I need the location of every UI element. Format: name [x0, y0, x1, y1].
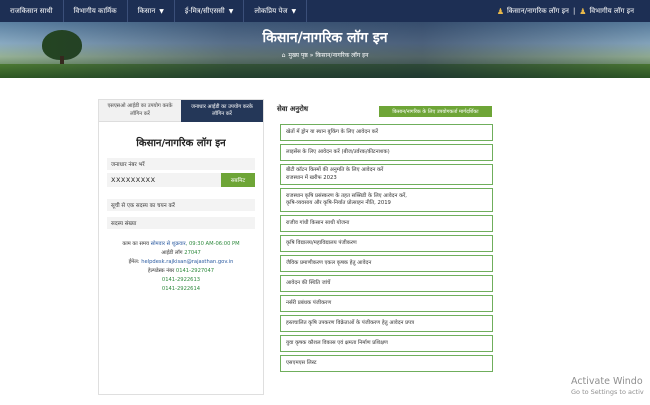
watermark-line-2: Go to Settings to activ: [571, 388, 644, 396]
service-request-list: खेतों में ड्रोन या स्थान बुकिंग के लिए आ…: [280, 124, 493, 375]
service-item-label: हस्तचालित कृषि उपकरण विक्रेताओं के पंजीक…: [286, 319, 415, 326]
services-title: सेवा अनुरोध: [277, 105, 309, 113]
service-item-bt-cotton[interactable]: बीटी कॉटन किस्मों की अनुमति के लिए आवेदन…: [280, 164, 493, 185]
chevron-down-icon: ▼: [159, 7, 164, 15]
watermark-line-1: Activate Windo: [571, 376, 643, 387]
home-icon: ⌂: [281, 52, 286, 59]
contact-info: काम का समय सोमवार से शुक्रवार, 09:30 AM-…: [99, 240, 263, 294]
chevron-down-icon: ▼: [291, 7, 297, 15]
email-line: ईमेल: helpdesk.rajkisan@rajasthan.gov.in: [99, 258, 263, 267]
user-guide-button[interactable]: किसान/नागरिक के लिए उपयोगकर्ता मार्गदर्श…: [379, 106, 492, 117]
service-item-sublabel: कृषि-व्यवसाय और कृषि-निर्यात प्रोत्साहन …: [286, 200, 391, 206]
nav-item-label: राजकिसान साथी: [10, 6, 53, 15]
nav-item-label: ई-मित्र/सीएससी: [184, 6, 225, 15]
page-title: किसान/नागरिक लॉग इन: [262, 30, 388, 46]
departmental-login-label: विभागीय लॉग इन: [589, 6, 634, 15]
service-item-label: नर्सरी प्रबंधक पंजीकरण: [286, 299, 332, 306]
nav-item-popular-pages[interactable]: लोकप्रिय पेज ▼: [244, 0, 308, 22]
service-item-sms-list[interactable]: एसएमएस लिस्ट: [280, 355, 493, 372]
service-item-label: राजस्थान कृषि प्रसंस्करण के तहत सब्सिडी …: [286, 192, 407, 199]
service-item-sublabel: राजस्थान में खरीफ 2023: [286, 174, 337, 181]
hero-banner: किसान/नागरिक लॉग इन ⌂ मुख्य पृष्ठ » किसान…: [0, 22, 650, 78]
service-item-label: कृषि विद्यालय/महाविद्यालय पंजीकरण: [286, 239, 357, 246]
login-panel: एसएसओ आईडी का उपयोग करके लॉगिन करें जनाध…: [98, 99, 264, 395]
top-navigation-bar: राजकिसान साथी विभागीय कार्मिक किसान ▼ ई-म…: [0, 0, 650, 22]
working-hours-label: काम का समय: [122, 241, 150, 247]
breadcrumb: ⌂ मुख्य पृष्ठ » किसान/नागरिक लॉग इन: [0, 51, 650, 59]
login-title: किसान/नागरिक लॉग इन: [136, 138, 226, 149]
working-time: , 09:30 AM-06:00 PM: [185, 241, 240, 247]
service-item-drone-booking[interactable]: खेतों में ड्रोन या स्थान बुकिंग के लिए आ…: [280, 124, 493, 141]
id-log-value: 27047: [184, 250, 201, 256]
nav-item-emitra-csc[interactable]: ई-मित्र/सीएससी ▼: [175, 0, 245, 22]
service-item-license[interactable]: लाइसेंस के लिए आवेदन करें (बीज/उर्वरक/की…: [280, 144, 493, 161]
nav-item-rajkisan-sathi[interactable]: राजकिसान साथी: [0, 0, 64, 22]
service-item-label: जैविक प्रमाणीकरण एकल कृषक हेतु आवेदन: [286, 259, 372, 266]
nav-item-label: विभागीय कार्मिक: [73, 6, 117, 15]
service-item-agro-processing-subsidy[interactable]: राजस्थान कृषि प्रसंस्करण के तहत सब्सिडी …: [280, 188, 493, 212]
nav-separator: |: [572, 7, 576, 15]
working-days: सोमवार से शुक्रवार: [150, 241, 186, 247]
email-label: ईमेल:: [128, 259, 140, 265]
member-select-dropdown[interactable]: सूची से एक सदस्य का चयन करें: [107, 199, 255, 211]
janaadhaar-number-input[interactable]: [107, 173, 221, 187]
working-hours: काम का समय सोमवार से शुक्रवार, 09:30 AM-…: [99, 240, 263, 249]
service-item-application-status[interactable]: आवेदन की स्थिति जांचें: [280, 275, 493, 292]
service-item-label: खेतों में ड्रोन या स्थान बुकिंग के लिए आ…: [286, 128, 379, 135]
janaadhaar-input-row: सबमिट: [107, 173, 255, 187]
service-item-label: लाइसेंस के लिए आवेदन करें (बीज/उर्वरक/की…: [286, 148, 390, 155]
helpline-label: हेल्पडेस्क नंबर: [147, 268, 175, 274]
service-item-rajiv-gandhi-scheme[interactable]: राजीव गांधी किसान साथी योजना: [280, 215, 493, 232]
service-item-equipment-dealer[interactable]: हस्तचालित कृषि उपकरण विक्रेताओं के पंजीक…: [280, 315, 493, 332]
user-icon: ♟: [579, 6, 587, 16]
breadcrumb-current: किसान/नागरिक लॉग इन: [315, 52, 369, 59]
tab-janaadhaar-login[interactable]: जनाधार आईडी का उपयोग करके लॉगिन करें: [181, 100, 263, 122]
service-item-label: युवा कृषक कौशल विकास एवं क्षमता निर्माण …: [286, 339, 388, 346]
id-log-label: आईडी लॉग: [161, 250, 183, 256]
helpline-phone-2: 0141-2922613: [161, 277, 201, 283]
service-item-label: राजीव गांधी किसान साथी योजना: [286, 219, 350, 226]
chevron-down-icon: ▼: [228, 7, 234, 15]
member-number-field[interactable]: सदस्य संख्या: [107, 217, 255, 229]
service-item-label: आवेदन की स्थिति जांचें: [286, 279, 331, 286]
login-tabs: एसएसओ आईडी का उपयोग करके लॉगिन करें जनाध…: [99, 100, 263, 122]
janaadhaar-number-label: जनाधार नंबर भरें: [107, 158, 255, 170]
tab-sso-login[interactable]: एसएसओ आईडी का उपयोग करके लॉगिन करें: [99, 100, 181, 122]
nav-item-farmer[interactable]: किसान ▼: [128, 0, 175, 22]
service-item-label: बीटी कॉटन किस्मों की अनुमति के लिए आवेदन…: [286, 167, 384, 174]
service-item-nursery-registration[interactable]: नर्सरी प्रबंधक पंजीकरण: [280, 295, 493, 312]
breadcrumb-separator: »: [309, 52, 314, 59]
breadcrumb-home-link[interactable]: मुख्य पृष्ठ: [288, 52, 307, 59]
login-links: ♟ किसान/नागरिक लॉग इन | ♟ विभागीय लॉग इन: [497, 7, 650, 16]
helpline-phone-1: 0141-2927047: [175, 268, 215, 274]
submit-button[interactable]: सबमिट: [221, 173, 255, 187]
nav-item-label: किसान: [137, 6, 156, 15]
service-item-youth-training[interactable]: युवा कृषक कौशल विकास एवं क्षमता निर्माण …: [280, 335, 493, 352]
farmer-login-label: किसान/नागरिक लॉग इन: [506, 6, 569, 15]
helpline-phone-3: 0141-2922614: [161, 286, 201, 292]
nav-item-departmental-staff[interactable]: विभागीय कार्मिक: [64, 0, 128, 22]
service-item-label: एसएमएस लिस्ट: [286, 359, 317, 366]
user-icon: ♟: [496, 6, 504, 16]
id-log: आईडी लॉग 27047: [99, 249, 263, 258]
departmental-login-link[interactable]: ♟ विभागीय लॉग इन: [579, 7, 634, 16]
service-item-organic-certification[interactable]: जैविक प्रमाणीकरण एकल कृषक हेतु आवेदन: [280, 255, 493, 272]
activate-windows-watermark: Activate Windo Go to Settings to activ: [571, 376, 644, 398]
email-link[interactable]: helpdesk.rajkisan@rajasthan.gov.in: [141, 259, 233, 265]
service-item-college-registration[interactable]: कृषि विद्यालय/महाविद्यालय पंजीकरण: [280, 235, 493, 252]
helpline-line: हेल्पडेस्क नंबर 0141-2927047: [99, 267, 263, 276]
farmer-login-link[interactable]: ♟ किसान/नागरिक लॉग इन: [497, 7, 569, 16]
nav-item-label: लोकप्रिय पेज: [254, 6, 288, 15]
